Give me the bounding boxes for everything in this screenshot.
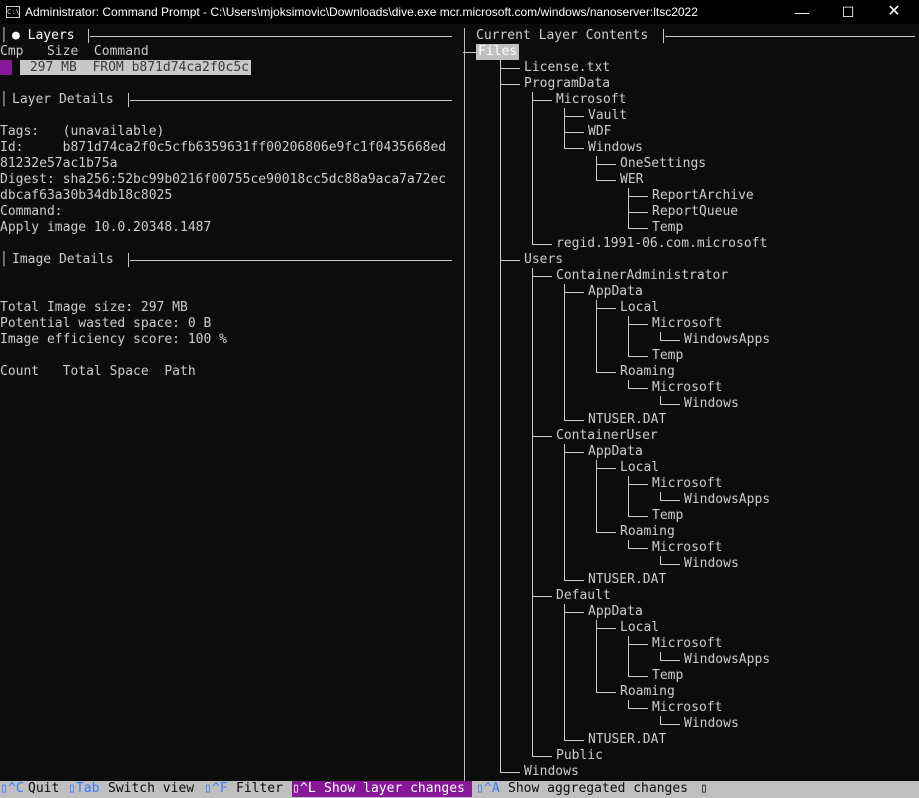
tree-item-roaming[interactable]: Roaming [620,364,675,380]
key-aggregated-changes-label[interactable]: Show aggregated changes [508,781,688,797]
tree-item-ntuser-dat[interactable]: NTUSER.DAT [588,412,666,428]
layer-cmp-indicator [0,60,12,75]
layer-details-rule [130,100,452,101]
tree-item-reportqueue[interactable]: ReportQueue [652,204,738,220]
title-bar: C:\ Administrator: Command Prompt - C:\U… [0,0,919,24]
tree-item-temp[interactable]: Temp [652,220,683,236]
layers-columns: Cmp Size Command [0,44,149,59]
maximize-button[interactable]: ☐ [825,0,871,24]
tree-item-regid[interactable]: regid.1991-06.com.microsoft [556,236,767,252]
tree-item-roaming[interactable]: Roaming [620,684,675,700]
image-total-size: Total Image size: 297 MB [0,300,188,315]
key-marker-quit: ▯ [0,781,8,796]
pane-divider [464,28,465,781]
files-connector [463,52,476,53]
tree-item-windowsapps[interactable]: WindowsApps [684,652,770,668]
tree-item-microsoft[interactable]: Microsoft [652,700,722,716]
cmd-app-icon: C:\ [6,6,20,18]
tree-item-wer[interactable]: WER [620,172,643,188]
image-details-header: Image Details [12,252,114,267]
tree-item-windows[interactable]: Windows [684,556,739,572]
tree-item-windowsapps[interactable]: WindowsApps [684,492,770,508]
layer-details-bracket: │ [0,92,8,107]
layers-header-rule [90,36,452,37]
tree-item-ntuser-dat[interactable]: NTUSER.DAT [588,572,666,588]
tree-item-microsoft[interactable]: Microsoft [652,636,722,652]
tree-item-microsoft[interactable]: Microsoft [556,92,626,108]
close-button[interactable]: ✕ [871,0,917,24]
detail-id: Id: b871d74ca2f0c5cfb6359631ff00206806e9… [0,140,447,155]
tree-item-microsoft[interactable]: Microsoft [652,540,722,556]
tree-item-local[interactable]: Local [620,460,659,476]
tree-item-microsoft[interactable]: Microsoft [652,380,722,396]
tree-item-programdata[interactable]: ProgramData [524,76,610,92]
contents-header: Current Layer Contents [476,28,649,43]
key-marker-aggregated-changes: ▯ [476,781,484,796]
tree-item-appdata[interactable]: AppData [588,604,643,620]
tree-item-license-txt[interactable]: License.txt [524,60,610,76]
tree-item-ntuser-dat[interactable]: NTUSER.DAT [588,732,666,748]
tree-item-appdata[interactable]: AppData [588,444,643,460]
detail-command-label: Command: [0,204,63,219]
key-quit[interactable]: ^C [8,781,24,797]
key-filter[interactable]: ^F [212,781,228,797]
detail-digest: Digest: sha256:52bc99b0216f00755ce90018c… [0,172,447,187]
contents-header-bracket-right [663,29,664,43]
tree-item-users[interactable]: Users [524,252,563,268]
key-switch-view-label[interactable]: Switch view [108,781,194,797]
key-marker-end: ▯ [700,781,708,796]
image-details-bracket: │ [0,252,8,267]
tree-item-wdf[interactable]: WDF [588,124,611,140]
layers-header: ● Layers [12,28,75,43]
layers-header-bracket: │ [0,28,8,43]
layer-details-header: Layer Details [12,92,114,107]
tree-item-vault[interactable]: Vault [588,108,627,124]
tree-item-temp[interactable]: Temp [652,668,683,684]
contents-header-rule [665,36,915,37]
detail-digest-cont: dbcaf63a30b34db18c8025 [0,188,173,203]
minimize-button[interactable]: — [779,0,825,24]
detail-command: Apply image 10.0.20348.1487 [0,220,212,235]
tree-item-windows[interactable]: Windows [524,764,579,780]
tree-item-roaming[interactable]: Roaming [620,524,675,540]
image-details-bracket-right [128,253,129,267]
image-efficiency: Image efficiency score: 100 % [0,332,227,347]
tree-item-reportarchive[interactable]: ReportArchive [652,188,754,204]
tree-item-microsoft[interactable]: Microsoft [652,476,722,492]
layer-details-bracket-right [128,93,129,107]
layers-header-bracket-right [88,29,89,43]
image-wasted-space: Potential wasted space: 0 B [0,316,212,331]
tree-item-windows[interactable]: Windows [588,140,643,156]
key-layer-changes[interactable]: ^L [300,781,316,797]
key-layer-changes-label[interactable]: Show layer changes [324,781,465,797]
key-switch-view[interactable]: Tab [76,781,99,797]
key-filter-label[interactable]: Filter [236,781,283,797]
tree-item-onesettings[interactable]: OneSettings [620,156,706,172]
tree-item-windowsapps[interactable]: WindowsApps [684,332,770,348]
key-quit-label[interactable]: Quit [28,781,59,797]
key-marker-switch-view: ▯ [68,781,76,796]
tree-item-temp[interactable]: Temp [652,508,683,524]
layer-row-selected[interactable]: 297 MB FROM b871d74ca2f0c5c [20,60,251,75]
key-marker-filter: ▯ [204,781,212,796]
tree-item-microsoft[interactable]: Microsoft [652,316,722,332]
tree-item-containeruser[interactable]: ContainerUser [556,428,658,444]
window-title: Administrator: Command Prompt - C:\Users… [25,5,698,19]
files-root[interactable]: Files [476,44,520,60]
tree-item-containeradministrator[interactable]: ContainerAdministrator [556,268,728,284]
tree-item-local[interactable]: Local [620,300,659,316]
key-aggregated-changes[interactable]: ^A [484,781,500,797]
detail-id-cont: 81232e57ac1b75a [0,156,118,171]
detail-tags: Tags: (unavailable) [0,124,165,139]
tree-item-local[interactable]: Local [620,620,659,636]
image-details-rule [130,260,452,261]
tree-item-temp[interactable]: Temp [652,348,683,364]
tree-item-windows[interactable]: Windows [684,396,739,412]
tree-item-appdata[interactable]: AppData [588,284,643,300]
tree-item-public[interactable]: Public [556,748,603,764]
tree-item-default[interactable]: Default [556,588,611,604]
key-marker-layer-changes: ▯ [292,781,300,797]
tree-item-windows[interactable]: Windows [684,716,739,732]
inefficiency-table-header: Count Total Space Path [0,364,196,379]
